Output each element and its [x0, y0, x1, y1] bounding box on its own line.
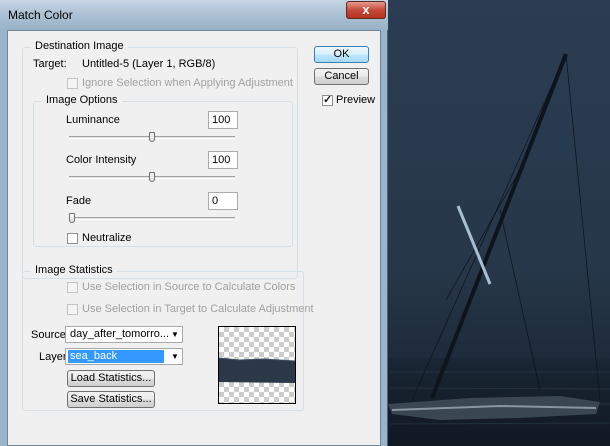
target-label: Target:: [33, 58, 67, 70]
luminance-field[interactable]: 100: [208, 111, 238, 129]
window-title: Match Color: [8, 8, 73, 22]
color-intensity-field[interactable]: 100: [208, 151, 238, 169]
image-statistics-title: Image Statistics: [31, 264, 117, 276]
chevron-down-icon[interactable]: ▼: [168, 327, 182, 342]
load-statistics-button[interactable]: Load Statistics...: [67, 370, 155, 387]
layer-select-value: sea_back: [68, 350, 164, 363]
color-intensity-slider-thumb[interactable]: [149, 172, 155, 182]
ok-button[interactable]: OK: [314, 46, 369, 63]
use-selection-target-label: Use Selection in Target to Calculate Adj…: [82, 303, 314, 315]
match-color-dialog: Match Color x Destination Image Target: …: [0, 0, 388, 446]
preview-label: Preview: [336, 94, 376, 106]
chevron-down-icon[interactable]: ▼: [168, 349, 182, 364]
fade-slider-thumb[interactable]: [69, 213, 75, 223]
cancel-button[interactable]: Cancel: [314, 68, 369, 85]
destination-image-title: Destination Image: [31, 40, 128, 52]
dialog-content: Destination Image Target: Untitled-5 (La…: [7, 30, 381, 446]
target-value: Untitled-5 (Layer 1, RGB/8): [82, 58, 216, 70]
statistics-preview-thumbnail: [218, 326, 296, 404]
ignore-selection-label: Ignore Selection when Applying Adjustmen…: [82, 77, 293, 89]
title-bar[interactable]: Match Color x: [0, 0, 388, 30]
use-selection-source-checkbox[interactable]: [67, 282, 78, 293]
fade-field[interactable]: 0: [208, 192, 238, 210]
close-icon[interactable]: x: [362, 2, 369, 17]
source-select[interactable]: day_after_tomorro... ▼: [65, 326, 183, 343]
neutralize-label: Neutralize: [82, 232, 132, 244]
use-selection-source-label: Use Selection in Source to Calculate Col…: [82, 281, 296, 293]
image-options-title: Image Options: [42, 94, 122, 106]
save-statistics-button[interactable]: Save Statistics...: [67, 391, 155, 408]
fade-slider-track[interactable]: [69, 217, 235, 220]
use-selection-target-checkbox[interactable]: [67, 304, 78, 315]
preview-checkbox[interactable]: [322, 93, 333, 106]
fade-label: Fade: [66, 195, 92, 207]
source-select-value: day_after_tomorro...: [70, 328, 168, 340]
source-label: Source:: [31, 329, 69, 341]
thumbnail-image: [219, 357, 295, 383]
close-button[interactable]: x: [346, 1, 386, 19]
layer-select[interactable]: sea_back ▼: [65, 348, 183, 365]
color-intensity-label: Color Intensity: [66, 154, 137, 166]
luminance-label: Luminance: [66, 114, 120, 126]
luminance-slider-thumb[interactable]: [149, 132, 155, 142]
neutralize-checkbox[interactable]: [67, 233, 78, 244]
ignore-selection-checkbox[interactable]: [67, 78, 78, 89]
